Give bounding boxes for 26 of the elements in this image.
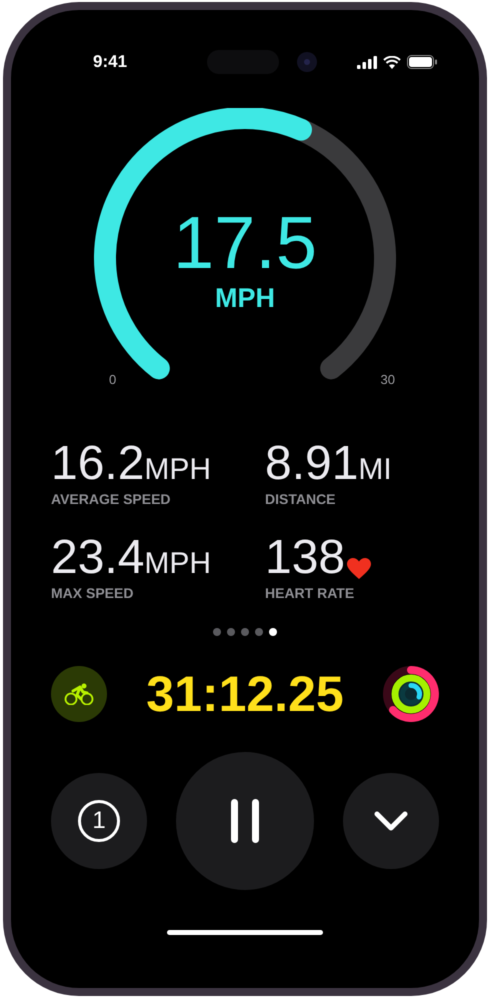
elapsed-time: 31:12.25 [146, 666, 344, 722]
battery-icon [407, 55, 437, 69]
camera-icon [297, 52, 318, 72]
activity-rings-icon [382, 666, 439, 722]
signal-icon [357, 56, 377, 68]
pause-icon [231, 799, 259, 843]
chevron-down-icon [374, 811, 408, 831]
wifi-icon [383, 56, 401, 68]
metric-unit: MPH [144, 546, 212, 582]
segment-button[interactable]: 1 [51, 773, 147, 869]
speed-unit: MPH [215, 283, 275, 313]
gauge-min-label: 0 [109, 371, 116, 389]
metric-label: HEART RATE [265, 584, 356, 602]
gauge-max-label: 30 [380, 371, 395, 389]
metric-value: 23.4 [51, 532, 144, 584]
metric-unit: MI [358, 452, 392, 488]
metric-value: 16.2 [51, 438, 144, 490]
metric-label: AVERAGE SPEED [51, 490, 172, 508]
metric-label: DISTANCE [265, 490, 337, 508]
metric-value: 8.91 [265, 438, 358, 490]
status-time: 9:41 [93, 51, 128, 74]
current-speed: 17.5 [172, 203, 318, 283]
metric-value: 138 [265, 532, 346, 584]
metric-label: MAX SPEED [51, 584, 134, 602]
heart-icon [347, 558, 372, 580]
metric-unit: MPH [144, 452, 212, 488]
